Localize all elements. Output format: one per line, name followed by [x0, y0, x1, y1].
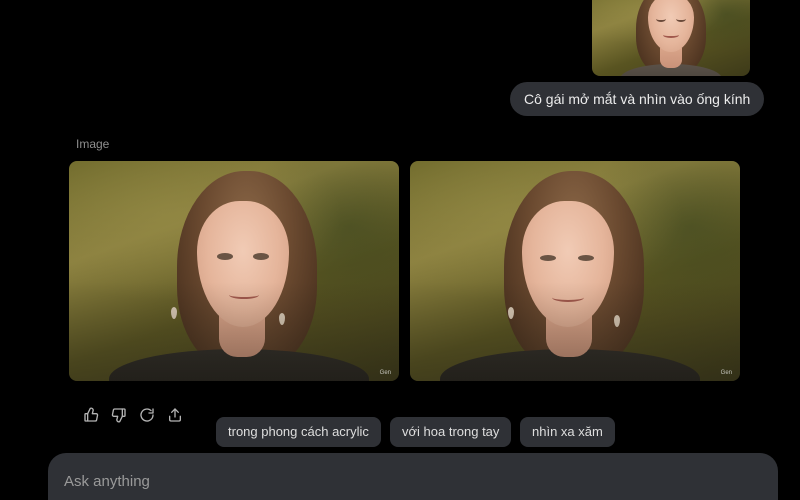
- chat-screen: Cô gái mở mắt và nhìn vào ống kính Image…: [0, 0, 800, 500]
- generated-image-1[interactable]: Gen: [69, 161, 399, 381]
- watermark-label: Gen: [379, 370, 391, 376]
- watermark-label: Gen: [720, 370, 732, 376]
- generated-image-2[interactable]: Gen: [410, 161, 740, 381]
- suggestion-chip-3[interactable]: nhìn xa xăm: [520, 417, 615, 447]
- suggestion-chip-2[interactable]: với hoa trong tay: [390, 417, 512, 447]
- suggestion-chip-1[interactable]: trong phong cách acrylic: [216, 417, 381, 447]
- share-icon[interactable]: [166, 406, 184, 424]
- response-actions: [82, 406, 184, 424]
- user-message-bubble: Cô gái mở mắt và nhìn vào ống kính: [510, 82, 765, 116]
- thumbs-down-icon[interactable]: [110, 406, 128, 424]
- user-attachment-thumbnail[interactable]: [592, 0, 750, 76]
- regenerate-icon[interactable]: [138, 406, 156, 424]
- ask-input[interactable]: [62, 467, 746, 495]
- composer: [48, 453, 778, 500]
- thumbs-up-icon[interactable]: [82, 406, 100, 424]
- response-label: Image: [76, 137, 110, 151]
